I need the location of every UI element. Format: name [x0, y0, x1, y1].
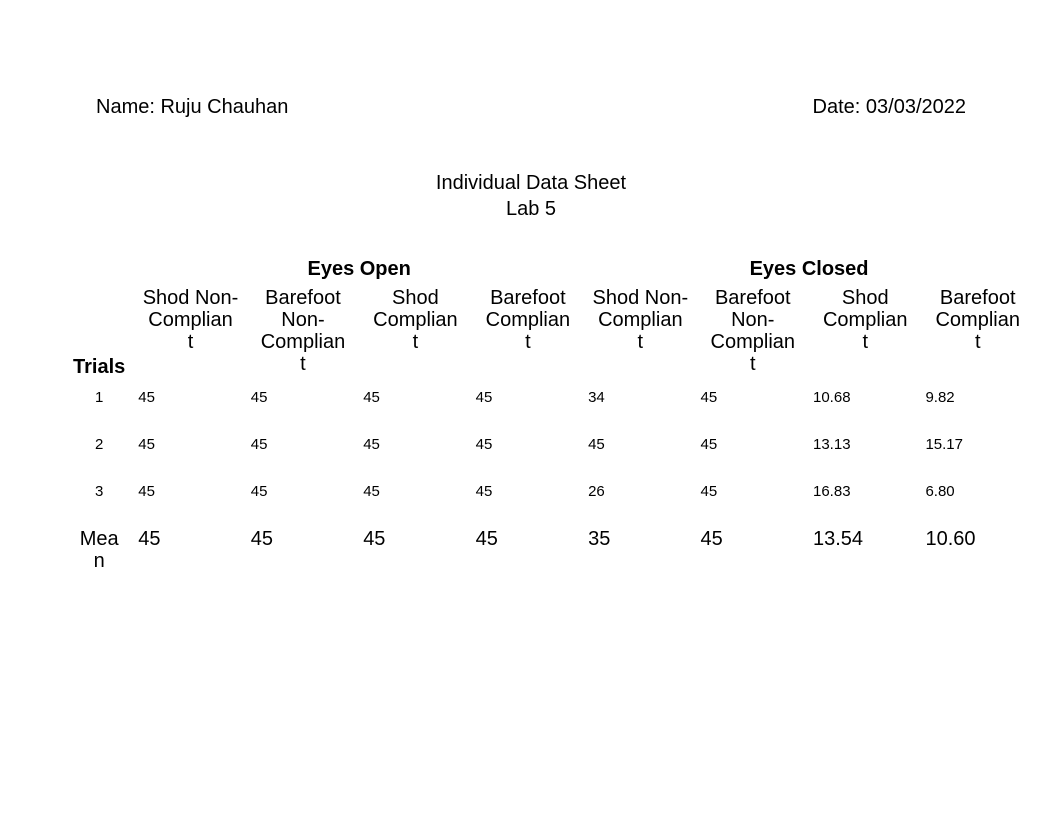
trial-num: 2: [64, 428, 134, 475]
mean-cell: 13.54: [809, 522, 921, 584]
trials-header: Trials: [64, 258, 134, 381]
cell: 45: [472, 428, 584, 475]
date-label: Date: 03/03/2022: [813, 96, 966, 119]
mean-cell: 45: [359, 522, 471, 584]
table-row: 2 45 45 45 45 45 45 13.13 15.17: [64, 428, 1034, 475]
trial-num: 3: [64, 475, 134, 522]
mean-cell: 35: [584, 522, 696, 584]
cell: 45: [359, 475, 471, 522]
col-header: Shod Complian t: [809, 285, 921, 381]
cell: 45: [584, 428, 696, 475]
mean-cell: 45: [697, 522, 809, 584]
eyes-open-header: Eyes Open: [134, 258, 584, 285]
mean-cell: 45: [247, 522, 359, 584]
title-line1: Individual Data Sheet: [0, 170, 1062, 196]
cell: 45: [247, 475, 359, 522]
section-header-row: Trials Eyes Open Eyes Closed: [64, 258, 1034, 285]
cell: 45: [134, 428, 246, 475]
mean-cell: 45: [472, 522, 584, 584]
eyes-closed-header: Eyes Closed: [584, 258, 1034, 285]
cell: 34: [584, 381, 696, 428]
cell: 9.82: [921, 381, 1034, 428]
table-row: 3 45 45 45 45 26 45 16.83 6.80: [64, 475, 1034, 522]
col-header: Barefoot Non-Complian t: [697, 285, 809, 381]
cell: 45: [359, 381, 471, 428]
mean-row: Mea n 45 45 45 45 35 45 13.54 10.60: [64, 522, 1034, 584]
cell: 45: [134, 381, 246, 428]
cell: 15.17: [921, 428, 1034, 475]
cell: 45: [697, 428, 809, 475]
title-line2: Lab 5: [0, 196, 1062, 222]
cell: 45: [247, 381, 359, 428]
mean-label: Mea n: [64, 522, 134, 584]
col-header: Shod Non-Complian t: [134, 285, 246, 381]
cell: 45: [697, 381, 809, 428]
mean-cell: 10.60: [921, 522, 1034, 584]
col-header: Shod Non-Complian t: [584, 285, 696, 381]
column-header-row: Shod Non-Complian t Barefoot Non-Complia…: [64, 285, 1034, 381]
page: Name: Ruju Chauhan Date: 03/03/2022 Indi…: [0, 0, 1062, 822]
col-header: Barefoot Complian t: [921, 285, 1034, 381]
data-table: Trials Eyes Open Eyes Closed Shod Non-Co…: [64, 258, 1034, 584]
cell: 45: [134, 475, 246, 522]
cell: 45: [359, 428, 471, 475]
cell: 16.83: [809, 475, 921, 522]
name-label: Name: Ruju Chauhan: [96, 96, 288, 119]
header-line: Name: Ruju Chauhan Date: 03/03/2022: [96, 96, 966, 119]
title-block: Individual Data Sheet Lab 5: [0, 170, 1062, 222]
cell: 6.80: [921, 475, 1034, 522]
col-header: Barefoot Complian t: [472, 285, 584, 381]
trial-num: 1: [64, 381, 134, 428]
table-row: 1 45 45 45 45 34 45 10.68 9.82: [64, 381, 1034, 428]
cell: 45: [472, 475, 584, 522]
col-header: Shod Complian t: [359, 285, 471, 381]
cell: 26: [584, 475, 696, 522]
cell: 45: [247, 428, 359, 475]
cell: 13.13: [809, 428, 921, 475]
cell: 45: [472, 381, 584, 428]
cell: 10.68: [809, 381, 921, 428]
mean-cell: 45: [134, 522, 246, 584]
cell: 45: [697, 475, 809, 522]
data-table-wrap: Trials Eyes Open Eyes Closed Shod Non-Co…: [64, 258, 1034, 584]
col-header: Barefoot Non-Complian t: [247, 285, 359, 381]
